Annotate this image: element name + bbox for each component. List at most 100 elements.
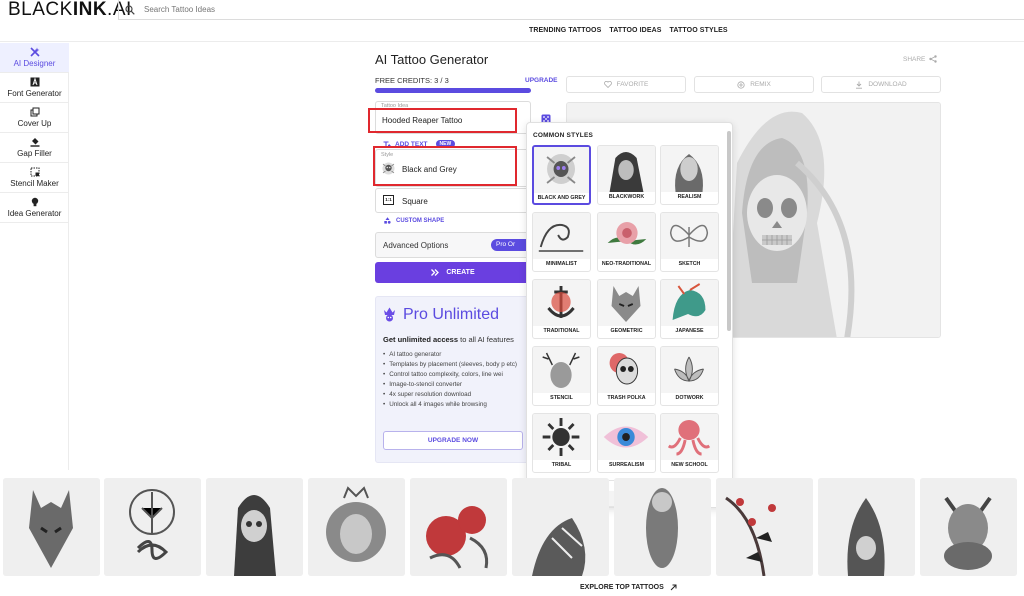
style-tile-new-school[interactable]: NEW SCHOOL [660,413,719,473]
create-button[interactable]: CREATE [375,262,531,283]
style-tile-label: STENCIL [550,395,573,401]
gallery-card-reaper-tattoo[interactable] [206,478,303,576]
style-tile-stencil[interactable]: STENCIL [532,346,591,406]
create-label: CREATE [446,269,475,276]
style-tile-traditional[interactable]: TRADITIONAL [532,279,591,339]
top-nav: TRENDING TATTOOS TATTOO IDEAS TATTOO STY… [529,27,728,34]
style-tile-japanese[interactable]: JAPANESE [660,279,719,339]
style-tile-black-and-grey[interactable]: BLACK AND GREY [532,145,591,205]
favorite-button[interactable]: FAVORITE [566,76,686,93]
figure-tattoo-image [614,478,711,576]
gallery-card-wolf-tattoo[interactable] [3,478,100,576]
bulb-icon [31,197,38,207]
sidebar-item-cover-up[interactable]: Cover Up [0,103,69,133]
upgrade-now-button[interactable]: UPGRADE NOW [383,431,523,450]
style-tile-label: BLACK AND GREY [537,195,586,201]
style-tile-label: TRIBAL [551,462,572,468]
promo-title: Pro Unlimited [403,306,500,323]
sidebar-item-font-generator[interactable]: Font Generator [0,73,69,103]
style-tile-sketch[interactable]: SKETCH [660,212,719,272]
gallery-card-lion-tattoo[interactable] [308,478,405,576]
pro-only-badge: Pro Or [491,239,531,251]
eye-icon [598,414,655,460]
style-tile-label: NEW SCHOOL [671,462,708,468]
style-tile-minimalist[interactable]: MINIMALIST [532,212,591,272]
promo-feature: AI tattoo generator [383,350,533,360]
gallery-card-demon-tattoo[interactable] [920,478,1017,576]
style-tile-label: REALISM [677,194,702,200]
explore-top-tattoos-link[interactable]: EXPLORE TOP TATTOOS [580,584,677,591]
sidebar-item-ai-designer[interactable]: AI Designer [0,43,69,73]
butterfly-icon [661,213,718,259]
dropdown-scrollbar[interactable] [727,131,731,331]
gallery-card-rose-tattoo[interactable] [410,478,507,576]
square-ratio-icon: 1:1 [383,195,394,205]
style-tile-geometric[interactable]: GEOMETRIC [597,279,656,339]
highlight-box-idea [368,108,517,133]
anchor-icon [533,280,590,326]
logo-light-text: BLACK [8,0,73,20]
gallery-card-leaf-tattoo[interactable] [512,478,609,576]
arrow-up-right-icon [670,584,677,591]
nav-tattoo-ideas[interactable]: TATTOO IDEAS [609,27,661,34]
custom-shape-button[interactable]: CUSTOM SHAPE [384,217,444,224]
sidebar-item-label: Gap Filler [17,149,52,158]
page-title: AI Tattoo Generator [375,52,489,67]
sidebar: AI Designer Font Generator Cover Up Gap … [0,43,69,470]
reaper-tattoo-image [206,478,303,576]
demon-tattoo-image [920,478,1017,576]
download-button[interactable]: DOWNLOAD [821,76,941,93]
promo-subtitle: Get unlimited access to all AI features [383,335,514,344]
crown-icon [384,307,395,322]
sidebar-item-stencil-maker[interactable]: Stencil Maker [0,163,69,193]
crow-branch-tattoo-image [716,478,813,576]
remix-button[interactable]: REMIX [694,76,814,93]
search-input[interactable] [144,5,544,14]
style-tile-label: NEO-TRADITIONAL [601,261,652,267]
magic-wand-icon [29,47,40,57]
sidebar-item-gap-filler[interactable]: Gap Filler [0,133,69,163]
share-icon [929,55,938,63]
wave-icon [533,213,590,259]
upgrade-link[interactable]: UPGRADE [525,77,558,84]
shape-field[interactable] [375,188,531,213]
gallery-card-tree-infinity-tattoo[interactable] [104,478,201,576]
style-tile-dotwork[interactable]: DOTWORK [660,346,719,406]
rose-icon [598,213,655,259]
style-tile-label: BLACKWORK [608,194,645,200]
logo-bold-text: INK [72,0,108,20]
sidebar-item-label: AI Designer [13,59,56,68]
stencil-icon [30,167,39,177]
flower-skull-icon [534,147,589,193]
style-tile-realism[interactable]: REALISM [660,145,719,205]
lotus-icon [661,347,718,393]
search-bar[interactable] [118,0,1024,20]
style-tile-label: SKETCH [678,261,701,267]
nav-tattoo-styles[interactable]: TATTOO STYLES [670,27,728,34]
rose-tattoo-image [410,478,507,576]
custom-shape-label: CUSTOM SHAPE [396,217,445,224]
gallery-card-dragon-skull-tattoo[interactable] [818,478,915,576]
style-tile-tribal[interactable]: TRIBAL [532,413,591,473]
style-tile-surrealism[interactable]: SURREALISM [597,413,656,473]
download-icon [856,81,863,89]
wolf-tattoo-image [3,478,100,576]
promo-subtitle-bold: Get unlimited access [383,335,459,344]
style-tile-trash-polka[interactable]: TRASH POLKA [597,346,656,406]
sidebar-item-idea-generator[interactable]: Idea Generator [0,193,69,223]
promo-feature: Unlock all 4 images while browsing [383,400,533,410]
download-label: DOWNLOAD [868,81,907,88]
credits-text: FREE CREDITS: 3 / 3 [375,76,449,85]
share-button[interactable]: SHARE [903,55,938,63]
nav-trending-tattoos[interactable]: TRENDING TATTOOS [529,27,601,34]
gallery-card-crow-branch-tattoo[interactable] [716,478,813,576]
style-tile-blackwork[interactable]: BLACKWORK [597,145,656,205]
style-tile-neo-traditional[interactable]: NEO-TRADITIONAL [597,212,656,272]
skull-splatter-icon [598,347,655,393]
gallery-card-figure-tattoo[interactable] [614,478,711,576]
style-tile-label: TRADITIONAL [543,328,580,334]
dropdown-heading: COMMON STYLES [533,132,594,139]
logo[interactable]: BLACKINK.AI [8,0,132,20]
tree-infinity-tattoo-image [104,478,201,576]
style-tile-label: JAPANESE [675,328,704,334]
